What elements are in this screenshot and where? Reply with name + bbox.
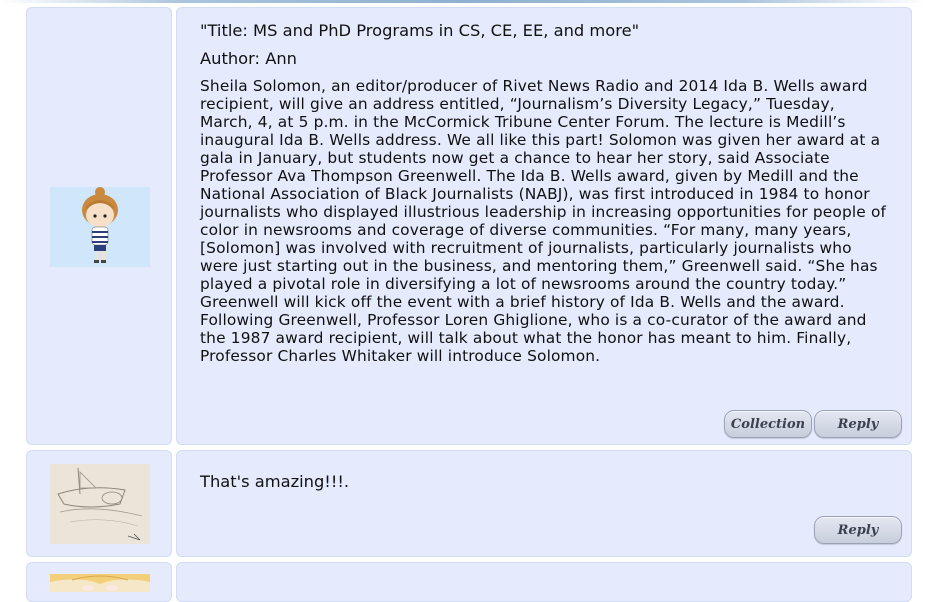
- collection-button[interactable]: Collection: [724, 410, 812, 438]
- reply-button[interactable]: Reply: [814, 516, 902, 544]
- post-content-panel: "Title: MS and PhD Programs in CS, CE, E…: [176, 7, 912, 445]
- avatar[interactable]: [50, 574, 150, 592]
- post-author-sidebar: [26, 450, 172, 557]
- post-title: "Title: MS and PhD Programs in CS, CE, E…: [200, 21, 640, 40]
- post-content-panel: [176, 562, 912, 602]
- post-content-panel: That's amazing!!!. Reply: [176, 450, 912, 557]
- post-author-sidebar: [26, 562, 172, 602]
- post: "Title: MS and PhD Programs in CS, CE, E…: [26, 7, 912, 445]
- post-body: Sheila Solomon, an editor/producer of Ri…: [200, 77, 887, 365]
- post-body: That's amazing!!!.: [200, 472, 350, 491]
- top-divider: [0, 0, 926, 3]
- post: That's amazing!!!. Reply: [26, 450, 912, 557]
- avatar[interactable]: [50, 464, 150, 544]
- post-author: Author: Ann: [200, 49, 297, 68]
- reply-button[interactable]: Reply: [814, 410, 902, 438]
- avatar[interactable]: [50, 187, 150, 267]
- post-author-sidebar: [26, 7, 172, 445]
- post: [26, 562, 912, 602]
